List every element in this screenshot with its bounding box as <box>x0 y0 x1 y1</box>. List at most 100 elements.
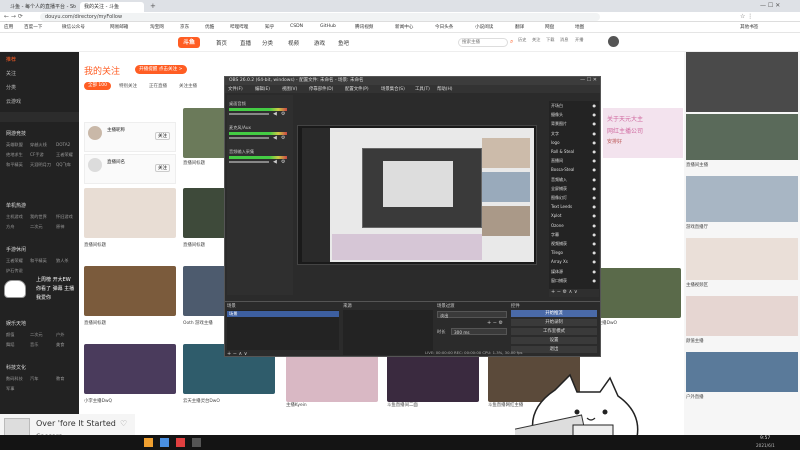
volume-slider[interactable] <box>229 113 269 115</box>
sidebar-link[interactable]: 和平精英 <box>30 258 47 264</box>
stream-thumbnail[interactable] <box>286 352 378 402</box>
eye-icon[interactable]: ● <box>593 158 597 163</box>
streamer-card[interactable]: 主播昵称 关注 <box>84 122 176 152</box>
sidebar-link[interactable]: 狼人杀 <box>56 258 69 264</box>
promo-banner[interactable]: 关于天元大主 网红主播公司 安排好 <box>603 108 683 158</box>
source-item[interactable]: Xplot ● <box>551 213 597 221</box>
stream-thumbnail[interactable] <box>84 344 176 394</box>
window-controls[interactable]: — ☐ ✕ <box>760 2 780 9</box>
stream-title[interactable]: 游戏直播厅 <box>686 224 798 230</box>
eye-icon[interactable]: ● <box>593 195 597 200</box>
sidebar-link[interactable]: 二次元 <box>30 224 43 230</box>
source-item[interactable]: Roll & Steal ● <box>551 149 597 157</box>
bookmark-item[interactable]: 网易邮箱 <box>110 24 128 30</box>
filter-tab[interactable]: 特别关注 <box>119 83 137 89</box>
sidebar-link[interactable]: 穿越火线 <box>30 142 47 148</box>
source-item[interactable]: 背景图片 ● <box>551 121 597 129</box>
bookmark-item[interactable]: 应用 <box>4 24 13 30</box>
nav-item[interactable]: 游戏 <box>314 39 325 47</box>
avatar[interactable] <box>608 36 619 47</box>
sidebar-link[interactable]: 我的世界 <box>30 214 47 220</box>
eye-icon[interactable]: ● <box>593 259 597 264</box>
stream-title[interactable]: 云天主播灵台DwO <box>183 398 275 404</box>
sidebar-link[interactable]: 天涯明月刀 <box>30 162 51 168</box>
stream-title[interactable]: 直播间主播 <box>686 162 798 168</box>
header-icon-download[interactable]: 下载 <box>546 37 554 43</box>
stream-thumbnail[interactable] <box>686 296 798 336</box>
stream-thumbnail[interactable] <box>589 268 681 318</box>
sidebar-link[interactable]: 方舟 <box>6 224 14 230</box>
title-badge[interactable]: 开播提醒 点击关注 > <box>135 65 187 74</box>
settings-button[interactable]: 设置 <box>511 337 597 344</box>
sidebar-link[interactable]: 炉石传说 <box>6 268 23 274</box>
source-item[interactable]: 文字 ● <box>551 131 597 139</box>
speaker-icon[interactable]: ◀ <box>273 135 277 141</box>
obs-menu-item[interactable]: 文件(F) <box>228 86 243 92</box>
heart-icon[interactable]: ♡ <box>120 419 127 428</box>
sidebar-link[interactable]: 怀旧游戏 <box>56 214 73 220</box>
header-icon-follow[interactable]: 关注 <box>532 37 540 43</box>
search-input[interactable] <box>458 38 508 47</box>
bookmark-item[interactable]: 哔哩哔哩 <box>230 24 248 30</box>
sidebar-link[interactable]: DOTA2 <box>56 142 70 147</box>
sidebar-link[interactable]: 绝地求生 <box>6 152 23 158</box>
source-item[interactable]: 窗口捕获 ● <box>551 278 597 286</box>
bookmark-item[interactable]: 淘宝网 <box>150 24 164 30</box>
header-icon-message[interactable]: 消息 <box>560 37 568 43</box>
source-item[interactable]: 音频输入 ● <box>551 177 597 185</box>
source-item[interactable]: 视频捕获 ● <box>551 241 597 249</box>
obs-menu-item[interactable]: 工具(T) <box>415 86 430 92</box>
eye-icon[interactable]: ● <box>593 149 597 154</box>
header-icon-live[interactable]: 开播 <box>575 37 583 43</box>
sidebar-link[interactable]: 颜值 <box>6 332 14 338</box>
bookmark-item[interactable]: CSDN <box>290 24 303 29</box>
url-input[interactable]: douyu.com/directory/myFollow <box>40 13 600 21</box>
source-item[interactable]: 全屏捕获 ● <box>551 186 597 194</box>
filter-tab[interactable]: 正在直播 <box>149 83 167 89</box>
bookmark-item[interactable]: 京东 <box>180 24 189 30</box>
nav-back-forward-icons[interactable]: ← → ⟳ <box>4 13 23 20</box>
bookmark-item[interactable]: 百度一下 <box>24 24 42 30</box>
follow-button[interactable]: 关注 <box>155 132 170 140</box>
taskbar-app-icon[interactable] <box>176 438 185 447</box>
gear-icon[interactable]: ⚙ <box>281 111 285 117</box>
bookmark-item[interactable]: 知乎 <box>265 24 274 30</box>
eye-icon[interactable]: ● <box>593 278 597 283</box>
eye-icon[interactable]: ● <box>593 241 597 246</box>
sidebar-item-follow[interactable]: 关注 <box>6 70 16 77</box>
obs-menu-item[interactable]: 配置文件(P) <box>345 86 369 92</box>
eye-icon[interactable]: ● <box>593 177 597 182</box>
source-item[interactable]: Text Leeds ● <box>551 204 597 212</box>
live-preview[interactable] <box>686 52 798 112</box>
browser-tab[interactable]: 斗鱼 - 每个人的直播平台 - Steam 平台 <box>6 2 76 12</box>
source-item[interactable]: logo ● <box>551 140 597 148</box>
source-item[interactable]: Tilego ● <box>551 250 597 258</box>
bookmark-item[interactable]: 优酷 <box>205 24 214 30</box>
taskbar-app-icon[interactable] <box>144 438 153 447</box>
sidebar-link[interactable]: 音乐 <box>30 342 38 348</box>
eye-icon[interactable]: ● <box>593 186 597 191</box>
sidebar-item-cloudgame[interactable]: 云游戏 <box>6 98 21 105</box>
sidebar-link[interactable]: CF手游 <box>30 152 44 158</box>
obs-menu-item[interactable]: 帮助(H) <box>437 86 453 92</box>
eye-icon[interactable]: ● <box>593 103 597 108</box>
sidebar-link[interactable]: 美食 <box>56 342 64 348</box>
obs-menu-item[interactable]: 编辑(E) <box>255 86 270 92</box>
taskbar-app-icon[interactable] <box>192 438 201 447</box>
nav-item[interactable]: 直播 <box>240 39 251 47</box>
gear-icon[interactable]: ⚙ <box>281 159 285 165</box>
sidebar-link[interactable]: 主机游戏 <box>6 214 23 220</box>
eye-icon[interactable]: ● <box>593 213 597 218</box>
eye-icon[interactable]: ● <box>593 121 597 126</box>
stream-thumbnail[interactable] <box>686 114 798 160</box>
stream-thumbnail[interactable] <box>84 188 176 238</box>
search-icon[interactable]: ⌕ <box>510 38 513 46</box>
bookmark-item[interactable]: 小说阅读 <box>475 24 493 30</box>
source-item[interactable]: 媒体源 ● <box>551 269 597 277</box>
transition-add-remove[interactable]: + − ⚙ <box>487 320 503 326</box>
follow-button[interactable]: 关注 <box>155 164 170 172</box>
stream-title[interactable]: 斗鱼直播间二面 <box>387 402 479 408</box>
start-streaming-button[interactable]: 开始推流 <box>511 310 597 317</box>
eye-icon[interactable]: ● <box>593 269 597 274</box>
obs-menu-item[interactable]: 视图(V) <box>282 86 297 92</box>
